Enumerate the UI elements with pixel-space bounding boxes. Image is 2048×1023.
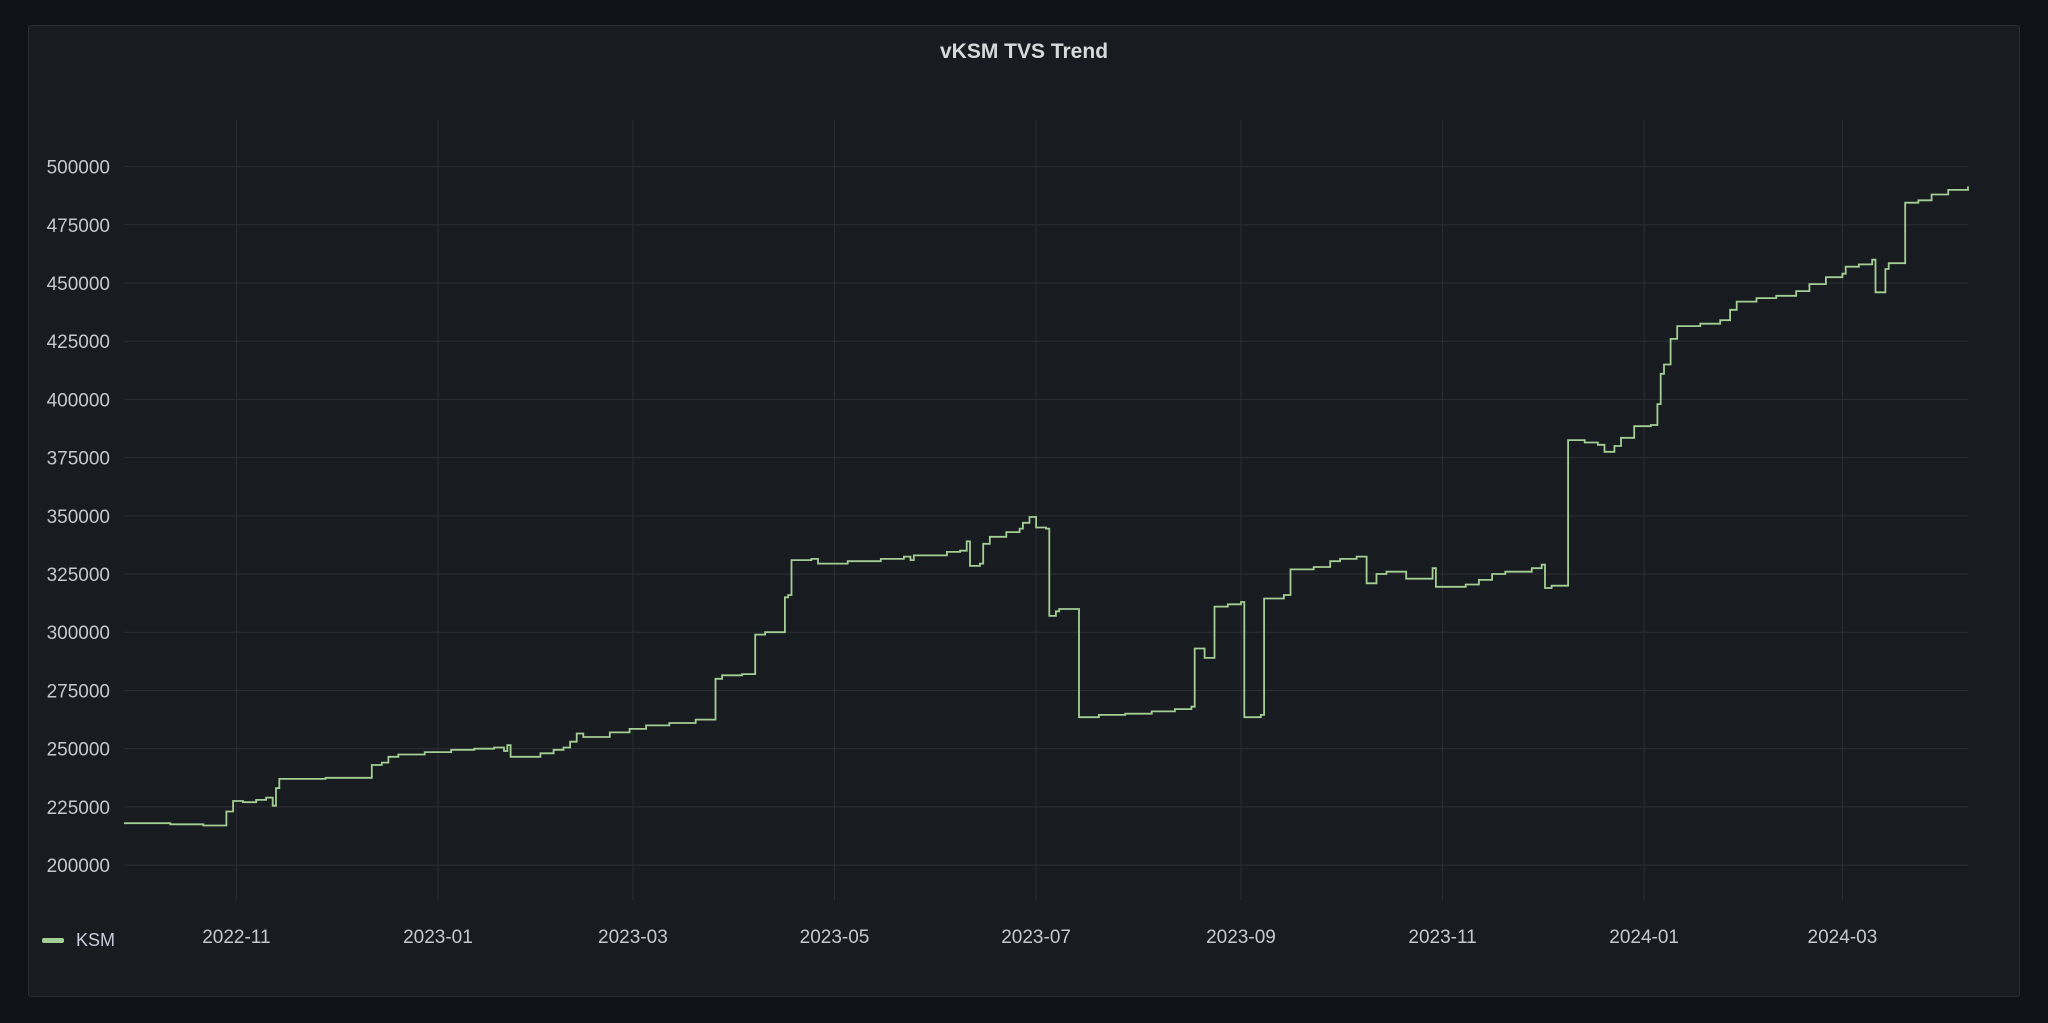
legend-label-ksm: KSM xyxy=(76,930,116,950)
x-tick-label: 2023-09 xyxy=(1206,927,1276,948)
x-tick-label: 2023-01 xyxy=(403,927,473,948)
y-tick-label: 475000 xyxy=(47,216,110,237)
x-tick-label: 2024-01 xyxy=(1609,927,1679,948)
y-tick-label: 275000 xyxy=(47,681,110,702)
y-tick-label: 300000 xyxy=(47,623,110,644)
x-tick-label: 2023-07 xyxy=(1001,927,1071,948)
y-tick-label: 200000 xyxy=(47,856,110,877)
series-line-ksm xyxy=(124,186,1969,827)
x-tick-label: 2023-11 xyxy=(1408,927,1476,948)
legend-swatch-ksm xyxy=(42,938,64,943)
y-tick-label: 225000 xyxy=(47,798,110,819)
y-tick-label: 250000 xyxy=(47,740,110,761)
y-tick-label: 325000 xyxy=(47,565,110,586)
x-tick-label: 2022-11 xyxy=(202,927,270,948)
y-tick-label: 350000 xyxy=(47,507,110,528)
line-chart: 200000 225000 250000 275000 300000 325000 3500… xyxy=(47,120,1969,948)
y-tick-label: 400000 xyxy=(47,390,110,411)
x-tick-label: 2023-03 xyxy=(598,927,668,948)
x-tick-label: 2023-05 xyxy=(800,927,870,948)
legend[interactable]: KSM xyxy=(42,930,115,951)
x-tick-label: 2024-03 xyxy=(1808,927,1878,948)
y-tick-label: 375000 xyxy=(47,449,110,470)
y-tick-label: 425000 xyxy=(47,332,110,353)
y-tick-label: 450000 xyxy=(47,274,110,295)
y-tick-label: 500000 xyxy=(47,158,110,179)
